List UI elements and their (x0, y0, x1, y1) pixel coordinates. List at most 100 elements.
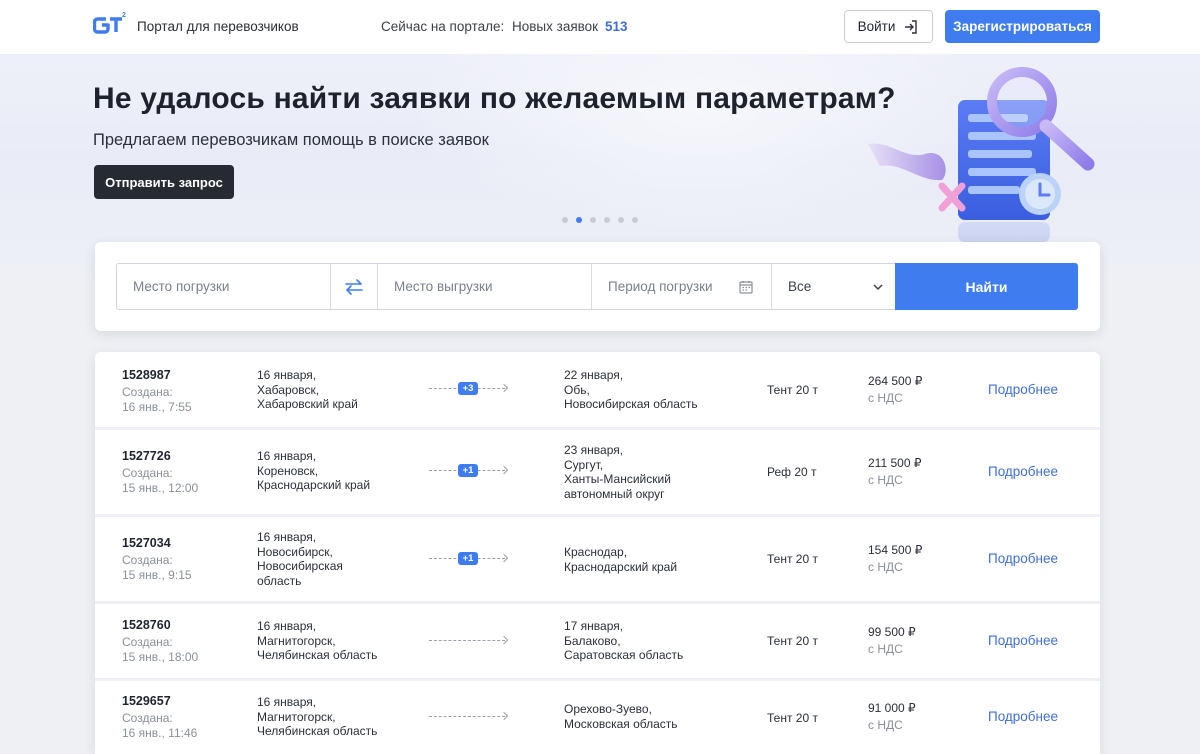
loading-place-input[interactable] (133, 279, 330, 294)
vehicle-type-select[interactable]: Все (772, 264, 896, 309)
order-to: 22 января, Обь, Новосибирская область (564, 368, 698, 412)
to-region: Новосибирская область (564, 397, 698, 412)
order-price: 154 500 ₽ с НДС (868, 542, 922, 576)
created-label: Создана: (122, 635, 173, 649)
details-link[interactable]: Подробнее (988, 709, 1058, 724)
created-date: 15 янв., 12:00 (122, 481, 199, 495)
order-price: 91 000 ₽ с НДС (868, 700, 916, 734)
vat-label: с НДС (868, 560, 903, 574)
vat-label: с НДС (868, 642, 903, 656)
truck-type: Тент 20 т (767, 634, 818, 648)
from-city: Кореновск, (257, 463, 319, 478)
vat-label: с НДС (868, 473, 903, 487)
created-label: Создана: (122, 553, 173, 567)
created-date: 16 янв., 11:46 (122, 726, 198, 740)
from-region: Хабаровский край (257, 397, 358, 412)
send-request-button[interactable]: Отправить запрос (94, 165, 234, 199)
order-from: 16 января, Магнитогорск, Челябинская обл… (257, 695, 377, 739)
order-to: 17 января, Балаково, Саратовская область (564, 619, 683, 663)
new-orders-label: Новых заявок (512, 19, 599, 34)
gt-logo-icon[interactable]: 2 (93, 11, 129, 41)
carousel-dot[interactable] (590, 217, 596, 223)
from-date: 16 января, (257, 619, 317, 633)
carousel-dot-active[interactable] (576, 217, 582, 223)
hero-subtitle: Предлагаем перевозчикам помощь в поиске … (93, 131, 489, 149)
order-from: 16 января, Магнитогорск, Челябинская обл… (257, 619, 377, 663)
order-created: Создана: 16 янв., 11:46 (122, 711, 197, 741)
details-link[interactable]: Подробнее (988, 464, 1058, 479)
truck-type: Тент 20 т (767, 383, 818, 397)
order-id: 1527726 (122, 449, 171, 463)
order-id: 1528760 (122, 618, 171, 632)
swap-button[interactable] (331, 264, 378, 309)
vehicle-type-value: Все (788, 279, 812, 294)
now-on-portal-label: Сейчас на портале: (381, 19, 505, 34)
to-region: Краснодарский край (564, 559, 678, 574)
from-region: Челябинская область (257, 724, 378, 739)
carousel-dot[interactable] (632, 217, 638, 223)
to-city: Обь, (564, 382, 590, 397)
chevron-down-icon (873, 283, 883, 290)
extra-points-badge: +3 (458, 382, 478, 395)
order-from: 16 января, Хабаровск, Хабаровский край (257, 368, 358, 412)
order-price: 264 500 ₽ с НДС (868, 373, 922, 407)
unloading-place-field[interactable] (378, 264, 592, 309)
to-city: Краснодар, (564, 545, 628, 559)
order-created: Создана: 15 янв., 18:00 (122, 635, 198, 665)
loading-period-input[interactable] (608, 279, 739, 294)
login-button[interactable]: Войти (844, 10, 933, 43)
carousel-dot[interactable] (618, 217, 624, 223)
search-panel: Все Найти (95, 242, 1100, 331)
from-city: Хабаровск, (257, 382, 320, 397)
details-link[interactable]: Подробнее (988, 551, 1058, 566)
carousel-dots (562, 217, 638, 223)
portal-name: Портал для перевозчиков (137, 19, 299, 34)
truck-type: Реф 20 т (767, 465, 817, 479)
vat-label: с НДС (868, 718, 903, 732)
order-created: Создана: 15 янв., 12:00 (122, 466, 198, 496)
to-region: Ханты-Мансийский (564, 472, 671, 487)
price-value: 264 500 ₽ (868, 374, 923, 388)
calendar-icon[interactable] (739, 280, 753, 294)
new-orders-count[interactable]: 513 (605, 19, 628, 34)
extra-points-badge: +1 (458, 464, 478, 477)
unloading-place-input[interactable] (394, 279, 591, 294)
order-row[interactable]: 1527034 Создана: 15 янв., 9:15 16 января… (95, 517, 1100, 604)
details-link[interactable]: Подробнее (988, 382, 1058, 397)
order-price: 211 500 ₽ с НДС (868, 455, 921, 489)
created-label: Создана: (122, 385, 173, 399)
order-row[interactable]: 1528760 Создана: 15 янв., 18:00 16 январ… (95, 604, 1100, 681)
header: 2 Портал для перевозчиков Сейчас на порт… (0, 0, 1200, 54)
from-region: Новосибирская (257, 559, 343, 574)
order-row[interactable]: 1529657 Создана: 16 янв., 11:46 16 январ… (95, 681, 1100, 754)
register-button[interactable]: Зарегистрироваться (945, 10, 1100, 43)
route-arrow-icon (429, 635, 509, 646)
created-date: 15 янв., 9:15 (122, 568, 192, 582)
order-id: 1527034 (122, 536, 171, 550)
from-region-2: область (257, 573, 302, 588)
find-button[interactable]: Найти (895, 263, 1078, 310)
price-value: 99 500 ₽ (868, 625, 916, 639)
carousel-dot[interactable] (562, 217, 568, 223)
vat-label: с НДС (868, 391, 903, 405)
route-arrow-icon: +3 (429, 382, 509, 395)
route-arrow-icon (429, 711, 509, 722)
route-arrow-icon: +1 (429, 464, 509, 477)
loading-period-field[interactable] (592, 264, 772, 309)
order-created: Создана: 16 янв., 7:55 (122, 385, 192, 415)
carousel-dot[interactable] (604, 217, 610, 223)
truck-type: Тент 20 т (767, 552, 818, 566)
loading-place-field[interactable] (117, 264, 331, 309)
order-price: 99 500 ₽ с НДС (868, 624, 916, 658)
created-label: Создана: (122, 711, 173, 725)
details-link[interactable]: Подробнее (988, 633, 1058, 648)
created-label: Создана: (122, 466, 173, 480)
from-region: Краснодарский край (257, 478, 371, 493)
from-date: 16 января, (257, 449, 317, 463)
to-date: 23 января, (564, 443, 624, 457)
to-city: Балаково, (564, 633, 621, 648)
order-to: Орехово-Зуево, Московская область (564, 702, 678, 731)
order-row[interactable]: 1528987 Создана: 16 янв., 7:55 16 января… (95, 352, 1100, 430)
to-date: 17 января, (564, 619, 624, 633)
order-row[interactable]: 1527726 Создана: 15 янв., 12:00 16 январ… (95, 430, 1100, 517)
